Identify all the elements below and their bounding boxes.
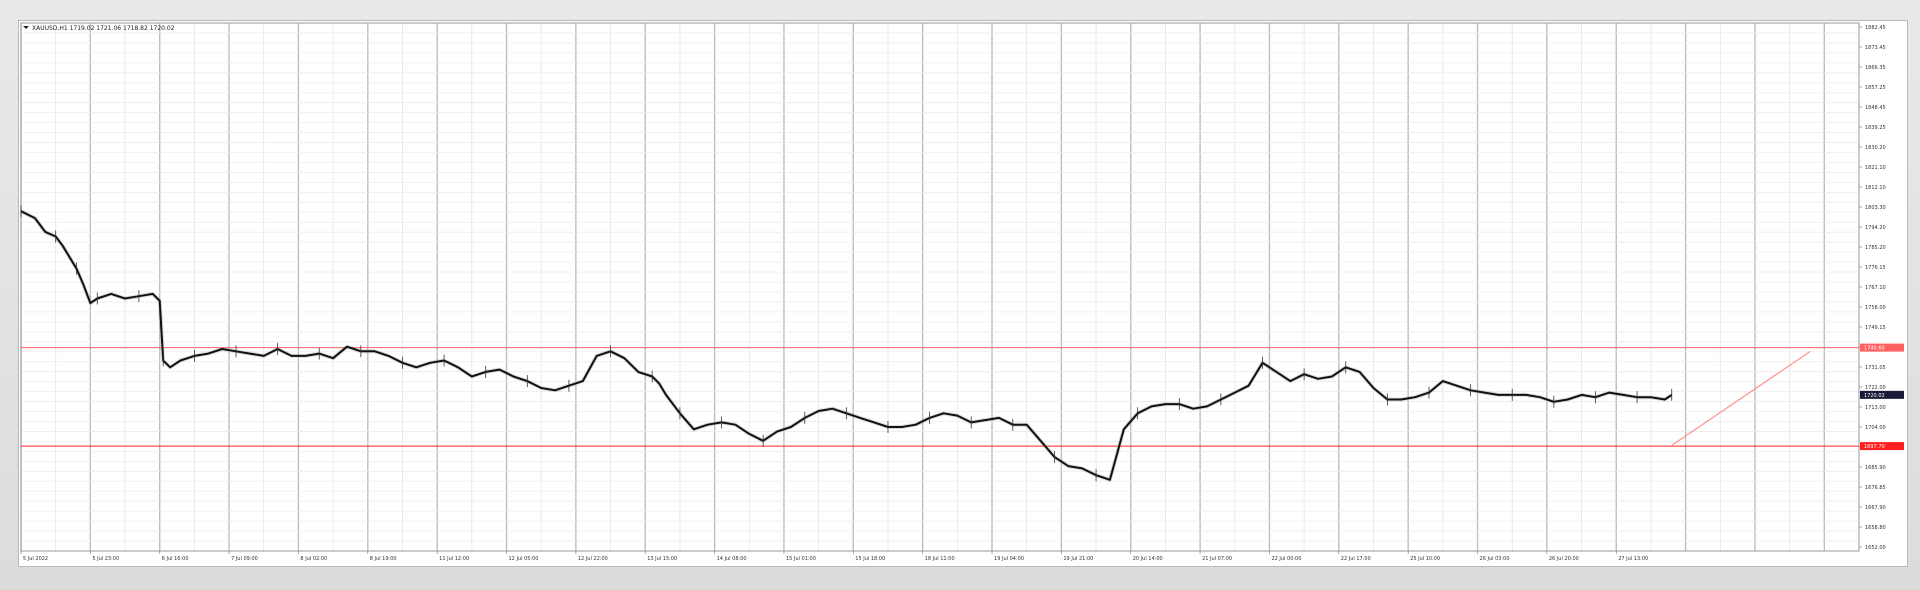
x-tick-label: 6 Jul 16:00 [162,556,189,562]
price-axis: 1882.45 1873.45 1866.35 1857.25 1848.45 1839.… [1859,25,1886,551]
level-tag-label: 1697.70 [1864,444,1885,450]
price-chart[interactable]: 1882.45 1873.45 1866.35 1857.25 1848.45 1839.… [19,21,1907,566]
x-tick-label: 27 Jul 13:00 [1618,556,1648,562]
y-tick-label: 1731.05 [1865,365,1886,371]
y-tick-label: 1882.45 [1865,25,1886,31]
x-tick-label: 13 Jul 15:00 [647,556,677,562]
x-tick-label: 21 Jul 07:00 [1202,556,1232,562]
y-tick-label: 1794.20 [1865,225,1886,231]
y-tick-label: 1749.15 [1865,325,1886,331]
price-series-layer [20,205,1673,482]
plot-border [20,22,1860,552]
current-price-tag-label: 1720.02 [1864,393,1885,399]
y-tick-label: 1652.00 [1865,545,1886,551]
x-tick-label: 5 Jul 2022 [23,556,48,562]
y-tick-label: 1676.85 [1865,485,1886,491]
y-tick-label: 1658.80 [1865,525,1886,531]
y-tick-label: 1848.45 [1865,105,1886,111]
chart-grid [20,22,1860,552]
y-tick-label: 1866.35 [1865,65,1886,71]
y-tick-label: 1830.20 [1865,145,1886,151]
x-tick-label: 7 Jul 09:00 [231,556,258,562]
y-tick-label: 1713.00 [1865,405,1886,411]
y-tick-label: 1722.00 [1865,385,1886,391]
x-tick-label: 19 Jul 21:00 [1063,556,1093,562]
x-tick-label: 22 Jul 00:00 [1271,556,1301,562]
y-tick-label: 1803.30 [1865,205,1886,211]
x-tick-label: 22 Jul 17:00 [1341,556,1371,562]
x-tick-label: 8 Jul 19:00 [370,556,397,562]
x-tick-label: 11 Jul 12:00 [439,556,469,562]
symbol-label: XAUUSD,H1 1719.02 1721.06 1718.82 1720.0… [32,25,175,32]
window-frame: 1882.45 1873.45 1866.35 1857.25 1848.45 1839.… [0,0,1920,590]
y-tick-label: 1839.25 [1865,125,1886,131]
y-tick-label: 1776.15 [1865,265,1886,271]
symbol-triangle-icon[interactable] [23,26,29,29]
time-axis: 5 Jul 2022 5 Jul 23:00 6 Jul 16:00 7 Jul 09… [20,551,1648,562]
y-tick-label: 1685.90 [1865,465,1886,471]
y-tick-label: 1785.20 [1865,245,1886,251]
price-line [20,210,1673,481]
x-tick-label: 15 Jul 01:00 [786,556,816,562]
x-tick-label: 12 Jul 05:00 [509,556,539,562]
price-tags: 1740.60 1697.70 1720.02 [1860,343,1904,451]
x-tick-label: 5 Jul 23:00 [92,556,119,562]
x-tick-label: 26 Jul 20:00 [1549,556,1579,562]
x-tick-label: 26 Jul 03:00 [1480,556,1510,562]
x-tick-label: 25 Jul 10:00 [1410,556,1440,562]
x-tick-label: 18 Jul 11:00 [925,556,955,562]
y-tick-label: 1812.10 [1865,185,1886,191]
price-line-shadow [20,209,1673,482]
x-tick-label: 14 Jul 08:00 [717,556,747,562]
chart-header: XAUUSD,H1 1719.02 1721.06 1718.82 1720.0… [23,25,175,32]
y-tick-label: 1857.25 [1865,85,1886,91]
y-tick-label: 1873.45 [1865,45,1886,51]
y-tick-label: 1758.00 [1865,305,1886,311]
y-tick-label: 1704.00 [1865,425,1886,431]
level-tag-label: 1740.60 [1864,346,1885,352]
x-tick-label: 12 Jul 22:00 [578,556,608,562]
x-tick-label: 8 Jul 02:00 [300,556,327,562]
y-tick-label: 1821.10 [1865,165,1886,171]
x-tick-label: 19 Jul 04:00 [994,556,1024,562]
chart-panel: 1882.45 1873.45 1866.35 1857.25 1848.45 1839.… [18,20,1908,567]
y-tick-label: 1767.10 [1865,285,1886,291]
y-tick-label: 1667.90 [1865,505,1886,511]
x-tick-label: 15 Jul 18:00 [855,556,885,562]
x-tick-label: 20 Jul 14:00 [1133,556,1163,562]
